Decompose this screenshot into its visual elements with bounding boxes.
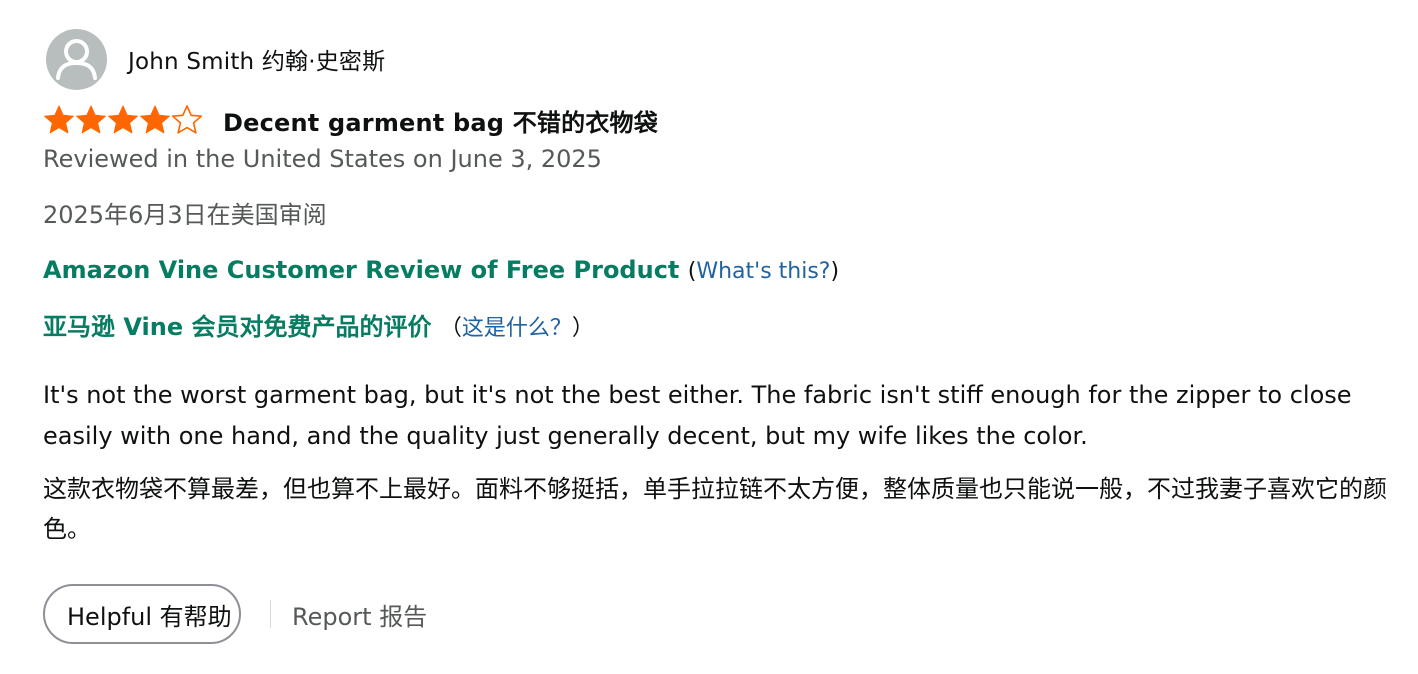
whats-this-link[interactable]: What's this?	[696, 259, 830, 284]
empty-star-icon	[171, 105, 203, 134]
filled-star-icon	[76, 105, 106, 134]
filled-star-icon	[44, 105, 74, 134]
action-divider	[270, 600, 271, 628]
review-body: It's not the worst garment bag, but it's…	[43, 381, 1352, 450]
vine-label: Amazon Vine Customer Review of Free Prod…	[43, 256, 680, 284]
vine-badge-translation: 亚马逊 Vine 会员对免费产品的评价 （这是什么？）	[43, 311, 1403, 345]
reviewer-profile[interactable]: John Smith 约翰·史密斯	[46, 28, 1403, 90]
vine-badge: Amazon Vine Customer Review of Free Prod…	[43, 254, 1403, 288]
review-date: Reviewed in the United States on June 3,…	[43, 145, 602, 173]
vine-close-paren: )	[830, 259, 840, 284]
review-date-translation: 2025年6月3日在美国审阅	[43, 201, 327, 229]
avatar[interactable]	[46, 28, 107, 90]
review-title[interactable]: Decent garment bag 不错的衣物袋	[223, 103, 658, 138]
customer-review: John Smith 约翰·史密斯 Decent garment bag 不错的…	[43, 28, 1403, 646]
vine-open-paren-translation: （	[439, 316, 462, 341]
filled-star-icon	[140, 105, 170, 134]
vine-close-paren-translation: ）	[571, 316, 594, 341]
reviewer-name[interactable]: John Smith 约翰·史密斯	[128, 42, 385, 76]
whats-this-link-translation[interactable]: 这是什么？	[462, 316, 572, 341]
helpful-button-label: Helpful 有帮助	[67, 602, 232, 631]
vine-label-translation: 亚马逊 Vine 会员对免费产品的评价	[43, 313, 432, 341]
review-body-translation: 这款衣物袋不算最差，但也算不上最好。面料不够挺括，单手拉拉链不太方便，整体质量也…	[43, 475, 1387, 543]
report-link[interactable]: Report 报告	[292, 597, 427, 632]
user-silhouette-icon	[56, 38, 97, 80]
filled-star-icon	[108, 105, 138, 134]
helpful-button[interactable]: Helpful 有帮助	[43, 584, 241, 644]
review-title-row: Decent garment bag 不错的衣物袋	[43, 102, 1403, 138]
star-rating[interactable]	[43, 103, 203, 137]
review-actions: Helpful 有帮助 Report 报告	[43, 582, 1403, 646]
